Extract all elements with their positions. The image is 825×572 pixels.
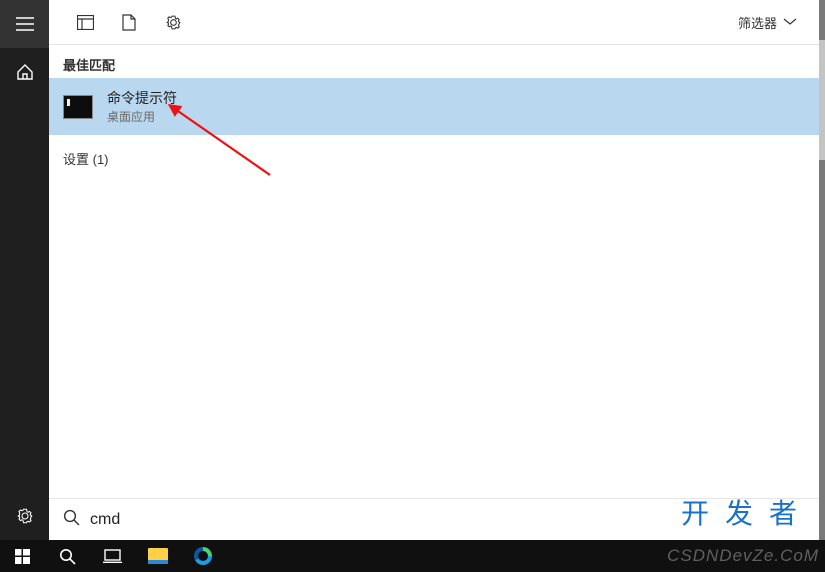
apps-tab[interactable] [63, 0, 107, 45]
left-rail [0, 0, 49, 540]
search-bar [49, 498, 819, 540]
edge-icon [194, 547, 212, 565]
gear-icon [165, 14, 182, 31]
home-icon [16, 63, 34, 81]
folder-icon [148, 548, 168, 564]
taskbar-search-button[interactable] [45, 540, 90, 572]
scrollbar[interactable] [819, 0, 825, 540]
cmd-icon [63, 95, 93, 119]
result-subtitle: 桌面应用 [107, 108, 177, 125]
filter-label: 筛选器 [738, 13, 777, 32]
start-button[interactable] [0, 540, 45, 572]
filter-button[interactable]: 筛选器 [730, 0, 805, 45]
search-input[interactable] [90, 511, 805, 529]
windows-icon [15, 549, 30, 564]
search-icon [63, 509, 80, 531]
result-command-prompt[interactable]: 命令提示符 桌面应用 [49, 78, 819, 135]
edge-button[interactable] [180, 540, 225, 572]
taskbar [0, 540, 825, 572]
settings-tab[interactable] [151, 0, 195, 45]
file-explorer-button[interactable] [135, 540, 180, 572]
chevron-down-icon [783, 18, 797, 26]
rail-settings-button[interactable] [0, 492, 49, 540]
task-view-button[interactable] [90, 540, 135, 572]
search-results-panel: 筛选器 最佳匹配 命令提示符 桌面应用 设置 (1) [49, 0, 819, 540]
apps-icon [77, 15, 94, 30]
task-view-icon [103, 549, 122, 563]
settings-group-header[interactable]: 设置 (1) [49, 135, 819, 174]
topbar: 筛选器 [49, 0, 819, 45]
gear-icon [16, 507, 34, 525]
scrollbar-thumb[interactable] [819, 40, 825, 160]
result-title: 命令提示符 [107, 88, 177, 108]
home-button[interactable] [0, 48, 49, 96]
documents-tab[interactable] [107, 0, 151, 45]
search-icon [59, 548, 76, 565]
menu-button[interactable] [0, 0, 49, 48]
document-icon [122, 14, 136, 31]
best-match-header: 最佳匹配 [49, 45, 819, 78]
hamburger-icon [16, 17, 34, 31]
